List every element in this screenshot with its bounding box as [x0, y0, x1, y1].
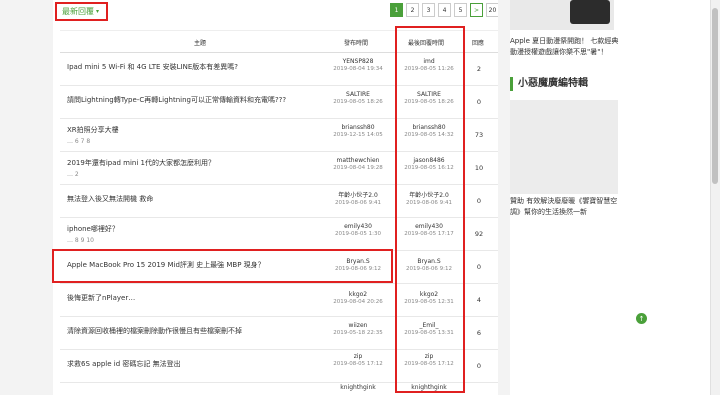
topic-title-link[interactable]: XR拍照分享大樓 [67, 125, 119, 135]
phone-icon [570, 0, 610, 24]
reply-count: 0 [476, 362, 482, 370]
post-date: 2019-08-05 17:12 [333, 361, 383, 367]
poster-name[interactable]: 年齡小伙子2.0 [328, 190, 388, 199]
reply-count: 6 [476, 329, 482, 337]
article-link[interactable]: 贊助 有效解決廢廢暖《饗寶智慧空調》幫你的生活換然一新 [510, 196, 622, 218]
promo-link[interactable]: Apple 夏日動漫祭開跑！ 七款經典動漫授權遊戲讓你樂不思"暑"！ [510, 36, 620, 58]
topic-title-link[interactable]: 2019年還有ipad mini 1代的大家都怎麼利用？ [67, 158, 215, 168]
topic-title-link[interactable]: iphone哪裡好？ [67, 224, 119, 234]
reply-count: 0 [476, 263, 482, 271]
pagination: 1 2 3 4 5 > 20 [390, 3, 499, 17]
topic-page-links[interactable]: … 2 [67, 171, 79, 178]
scrollbar-thumb[interactable] [712, 8, 718, 184]
highlight-last-reply-column [395, 26, 465, 393]
page-link-3[interactable]: 3 [422, 3, 435, 17]
highlight-row [52, 249, 393, 283]
poster-name[interactable]: SALTIRE [328, 91, 388, 98]
topic-title-link[interactable]: 後悔更新了nPlayer… [67, 293, 135, 303]
article-image[interactable] [510, 100, 618, 194]
column-gap [498, 0, 510, 395]
poster-name[interactable]: YENSP828 [328, 58, 388, 65]
reply-count: 0 [476, 197, 482, 205]
poster-name[interactable]: kkgo2 [328, 291, 388, 298]
reply-count: 73 [474, 131, 484, 139]
sidebar: Apple 夏日動漫祭開跑！ 七款經典動漫授權遊戲讓你樂不思"暑"！ 小惡魔廣編… [510, 0, 710, 395]
post-date: 2019-08-04 19:34 [333, 66, 383, 72]
topic-title-link[interactable]: 無法登入後又無法開機 救命 [67, 194, 153, 204]
page-margin [0, 0, 53, 395]
column-header-title[interactable]: 主題 [194, 38, 206, 47]
topic-page-links[interactable]: … 6 7 8 [67, 138, 90, 145]
poster-name[interactable]: emily430 [328, 223, 388, 230]
reply-count: 4 [476, 296, 482, 304]
page-link-4[interactable]: 4 [438, 3, 451, 17]
column-header-post-time[interactable]: 發布時間 [344, 38, 368, 47]
topic-title-link[interactable]: 清除資源回收桶裡的檔案刪除動作很慢且有些檔案刪不掉 [67, 326, 242, 336]
poster-name[interactable]: matthewchien [328, 157, 388, 164]
sort-label: 最新回覆 [62, 7, 94, 16]
next-page-button[interactable]: > [470, 3, 483, 17]
reply-count: 10 [474, 164, 484, 172]
reply-count: 0 [476, 98, 482, 106]
topic-page-links[interactable]: … 8 9 10 [67, 237, 94, 244]
page-link-5[interactable]: 5 [454, 3, 467, 17]
column-header-replies[interactable]: 回應 [472, 38, 484, 47]
post-date: 2019-05-18 22:35 [333, 330, 383, 336]
page-link-2[interactable]: 2 [406, 3, 419, 17]
page-link-1[interactable]: 1 [390, 3, 403, 17]
post-date: 2019-08-06 9:41 [334, 200, 382, 206]
sidebar-section-title: 小惡魔廣編特輯 [510, 77, 588, 91]
promo-image[interactable] [510, 0, 614, 30]
poster-name[interactable]: brianssh80 [328, 124, 388, 131]
post-date: 2019-08-04 19:28 [333, 165, 383, 171]
poster-name[interactable]: wiizen [328, 322, 388, 329]
chevron-down-icon: ▾ [96, 8, 100, 15]
poster-name[interactable]: zip [328, 353, 388, 360]
sort-dropdown[interactable]: 最新回覆 ▾ [55, 2, 108, 21]
topic-title-link[interactable]: 求救6S apple id 密碼忘記 無法登出 [67, 359, 181, 369]
post-date: 2019-08-04 20:26 [333, 299, 383, 305]
scroll-top-button[interactable]: ↑ [636, 313, 647, 324]
post-date: 2019-12-15 14:05 [333, 132, 383, 138]
poster-name[interactable]: knighthgink [328, 384, 388, 391]
topic-title-link[interactable]: Ipad mini 5 Wi-Fi 和 4G LTE 安裝LINE版本有差異嗎? [67, 62, 238, 72]
post-date: 2019-08-05 18:26 [333, 99, 383, 105]
reply-count: 92 [474, 230, 484, 238]
post-date: 2019-08-05 1:30 [334, 231, 382, 237]
reply-count: 2 [476, 65, 482, 73]
topic-title-link[interactable]: 請問Lightning轉Type-C再轉Lightning可以正常傳輸資料和充電… [67, 95, 286, 105]
scrollbar[interactable] [710, 0, 720, 395]
